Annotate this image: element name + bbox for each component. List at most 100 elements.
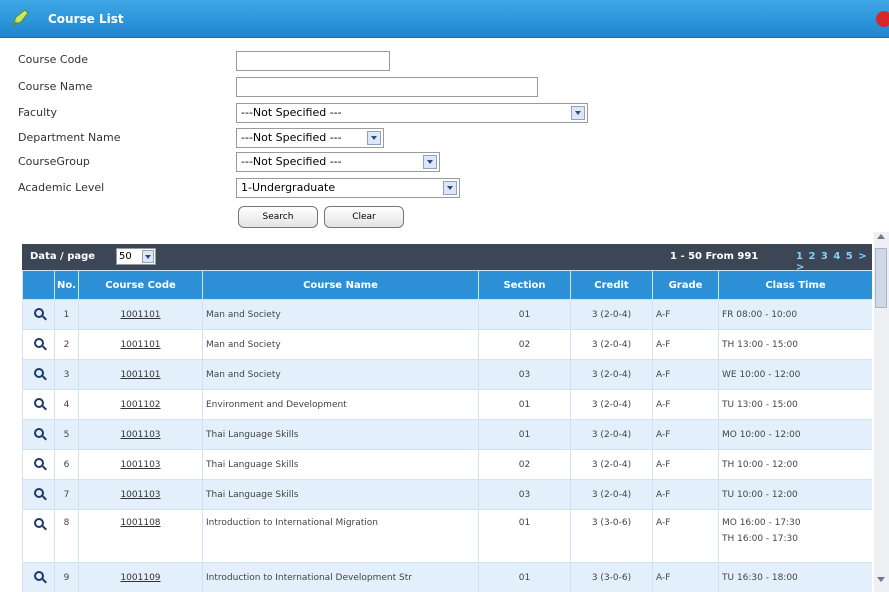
view-cell[interactable] bbox=[22, 509, 55, 563]
close-icon[interactable] bbox=[876, 11, 889, 27]
grade: A-F bbox=[652, 562, 719, 592]
magnifier-icon[interactable] bbox=[33, 398, 44, 408]
view-cell[interactable] bbox=[22, 299, 55, 330]
row-no: 3 bbox=[54, 359, 79, 390]
header-course-code: Course Code bbox=[78, 270, 203, 300]
row-no: 1 bbox=[54, 299, 79, 330]
table-row: 5 1001103 Thai Language Skills 01 3 (2-0-4) A… bbox=[22, 419, 872, 450]
course-code-link[interactable]: 1001102 bbox=[78, 389, 203, 420]
table-row: 3 1001101 Man and Society 03 3 (2-0-4) A-F WE … bbox=[22, 359, 872, 390]
scroll-up-arrow-icon[interactable] bbox=[877, 234, 885, 239]
course-code-link[interactable]: 1001109 bbox=[78, 562, 203, 592]
coursegroup-label: CourseGroup bbox=[18, 155, 90, 168]
view-cell[interactable] bbox=[22, 329, 55, 360]
grade: A-F bbox=[652, 419, 719, 450]
search-button[interactable]: Search bbox=[238, 206, 318, 228]
course-code-link[interactable]: 1001101 bbox=[78, 299, 203, 330]
magnifier-icon[interactable] bbox=[33, 308, 44, 318]
course-code-link[interactable]: 1001103 bbox=[78, 419, 203, 450]
magnifier-icon[interactable] bbox=[33, 488, 44, 498]
view-cell[interactable] bbox=[22, 419, 55, 450]
course-code-input[interactable] bbox=[236, 51, 390, 71]
credit: 3 (2-0-4) bbox=[570, 479, 653, 510]
view-cell[interactable] bbox=[22, 359, 55, 390]
scrollbar[interactable] bbox=[874, 232, 889, 592]
coursegroup-select[interactable]: ---Not Specified --- bbox=[236, 152, 440, 172]
academic-level-select[interactable]: 1-Undergraduate bbox=[236, 178, 460, 198]
grade: A-F bbox=[652, 299, 719, 330]
faculty-select-value: ---Not Specified --- bbox=[241, 106, 342, 119]
class-time: TU 10:00 - 12:00 bbox=[718, 479, 872, 510]
class-time-line: TU 16:30 - 18:00 bbox=[722, 572, 798, 583]
clear-button[interactable]: Clear bbox=[324, 206, 404, 228]
view-cell[interactable] bbox=[22, 449, 55, 480]
section: 01 bbox=[478, 509, 571, 563]
magnifier-icon[interactable] bbox=[33, 518, 44, 528]
view-cell[interactable] bbox=[22, 389, 55, 420]
magnifier-icon[interactable] bbox=[33, 428, 44, 438]
credit: 3 (3-0-6) bbox=[570, 562, 653, 592]
row-no: 7 bbox=[54, 479, 79, 510]
course-code-link[interactable]: 1001101 bbox=[78, 359, 203, 390]
credit: 3 (2-0-4) bbox=[570, 329, 653, 360]
magnifier-icon[interactable] bbox=[33, 338, 44, 348]
magnifier-icon[interactable] bbox=[33, 571, 44, 581]
class-time: TH 10:00 - 12:00 bbox=[718, 449, 872, 480]
table-row: 9 1001109 Introduction to International De… bbox=[22, 562, 872, 592]
faculty-select[interactable]: ---Not Specified --- bbox=[236, 103, 588, 123]
window-title: Course List bbox=[48, 12, 124, 26]
header-section: Section bbox=[478, 270, 571, 300]
credit: 3 (2-0-4) bbox=[570, 359, 653, 390]
course-name: Man and Society bbox=[202, 329, 479, 360]
scroll-thumb[interactable] bbox=[875, 248, 887, 308]
view-cell[interactable] bbox=[22, 479, 55, 510]
department-select-value: ---Not Specified --- bbox=[241, 131, 342, 144]
scroll-down-arrow-icon[interactable] bbox=[877, 577, 885, 582]
chevron-down-icon bbox=[423, 155, 437, 169]
academic-level-label: Academic Level bbox=[18, 181, 105, 194]
section: 01 bbox=[478, 562, 571, 592]
table-header-row: No. Course Code Course Name Section Cred… bbox=[22, 270, 872, 300]
chevron-down-icon bbox=[367, 131, 381, 145]
course-name-input[interactable] bbox=[236, 77, 538, 97]
course-code-link[interactable]: 1001101 bbox=[78, 329, 203, 360]
course-code-link[interactable]: 1001108 bbox=[78, 509, 203, 563]
section: 01 bbox=[478, 299, 571, 330]
class-time-line: MO 10:00 - 12:00 bbox=[722, 429, 801, 440]
class-time-line: TU 10:00 - 12:00 bbox=[722, 489, 798, 500]
course-name: Man and Society bbox=[202, 299, 479, 330]
class-time-line: WE 10:00 - 12:00 bbox=[722, 369, 801, 380]
per-page-select[interactable]: 50 bbox=[116, 248, 156, 265]
row-no: 2 bbox=[54, 329, 79, 360]
table-row: 6 1001103 Thai Language Skills 02 3 (2-0-4) A… bbox=[22, 449, 872, 480]
magnifier-icon[interactable] bbox=[33, 458, 44, 468]
section: 02 bbox=[478, 329, 571, 360]
credit: 3 (2-0-4) bbox=[570, 389, 653, 420]
section: 01 bbox=[478, 419, 571, 450]
view-cell[interactable] bbox=[22, 562, 55, 592]
course-name: Thai Language Skills bbox=[202, 419, 479, 450]
faculty-label: Faculty bbox=[18, 106, 57, 119]
class-time: TU 16:30 - 18:00 bbox=[718, 562, 872, 592]
department-label: Department Name bbox=[18, 131, 121, 144]
header-course-name: Course Name bbox=[202, 270, 479, 300]
course-code-link[interactable]: 1001103 bbox=[78, 449, 203, 480]
course-name-label: Course Name bbox=[18, 80, 93, 93]
course-name: Thai Language Skills bbox=[202, 479, 479, 510]
department-select[interactable]: ---Not Specified --- bbox=[236, 128, 384, 148]
chevron-down-icon bbox=[142, 250, 154, 263]
class-time: MO 10:00 - 12:00 bbox=[718, 419, 872, 450]
class-time-line: FR 08:00 - 10:00 bbox=[722, 309, 798, 320]
grade: A-F bbox=[652, 449, 719, 480]
coursegroup-select-value: ---Not Specified --- bbox=[241, 155, 342, 168]
course-name: Introduction to International Migration bbox=[202, 509, 479, 563]
table-row: 2 1001101 Man and Society 02 3 (2-0-4) A-F TH … bbox=[22, 329, 872, 360]
section: 03 bbox=[478, 359, 571, 390]
class-time-line: MO 16:00 - 17:30 bbox=[722, 518, 801, 528]
row-no: 5 bbox=[54, 419, 79, 450]
grade: A-F bbox=[652, 509, 719, 563]
pager-bar: Data / page 50 1 - 50 From 991 1 2 3 4 5… bbox=[22, 244, 872, 273]
magnifier-icon[interactable] bbox=[33, 368, 44, 378]
credit: 3 (2-0-4) bbox=[570, 419, 653, 450]
course-code-link[interactable]: 1001103 bbox=[78, 479, 203, 510]
